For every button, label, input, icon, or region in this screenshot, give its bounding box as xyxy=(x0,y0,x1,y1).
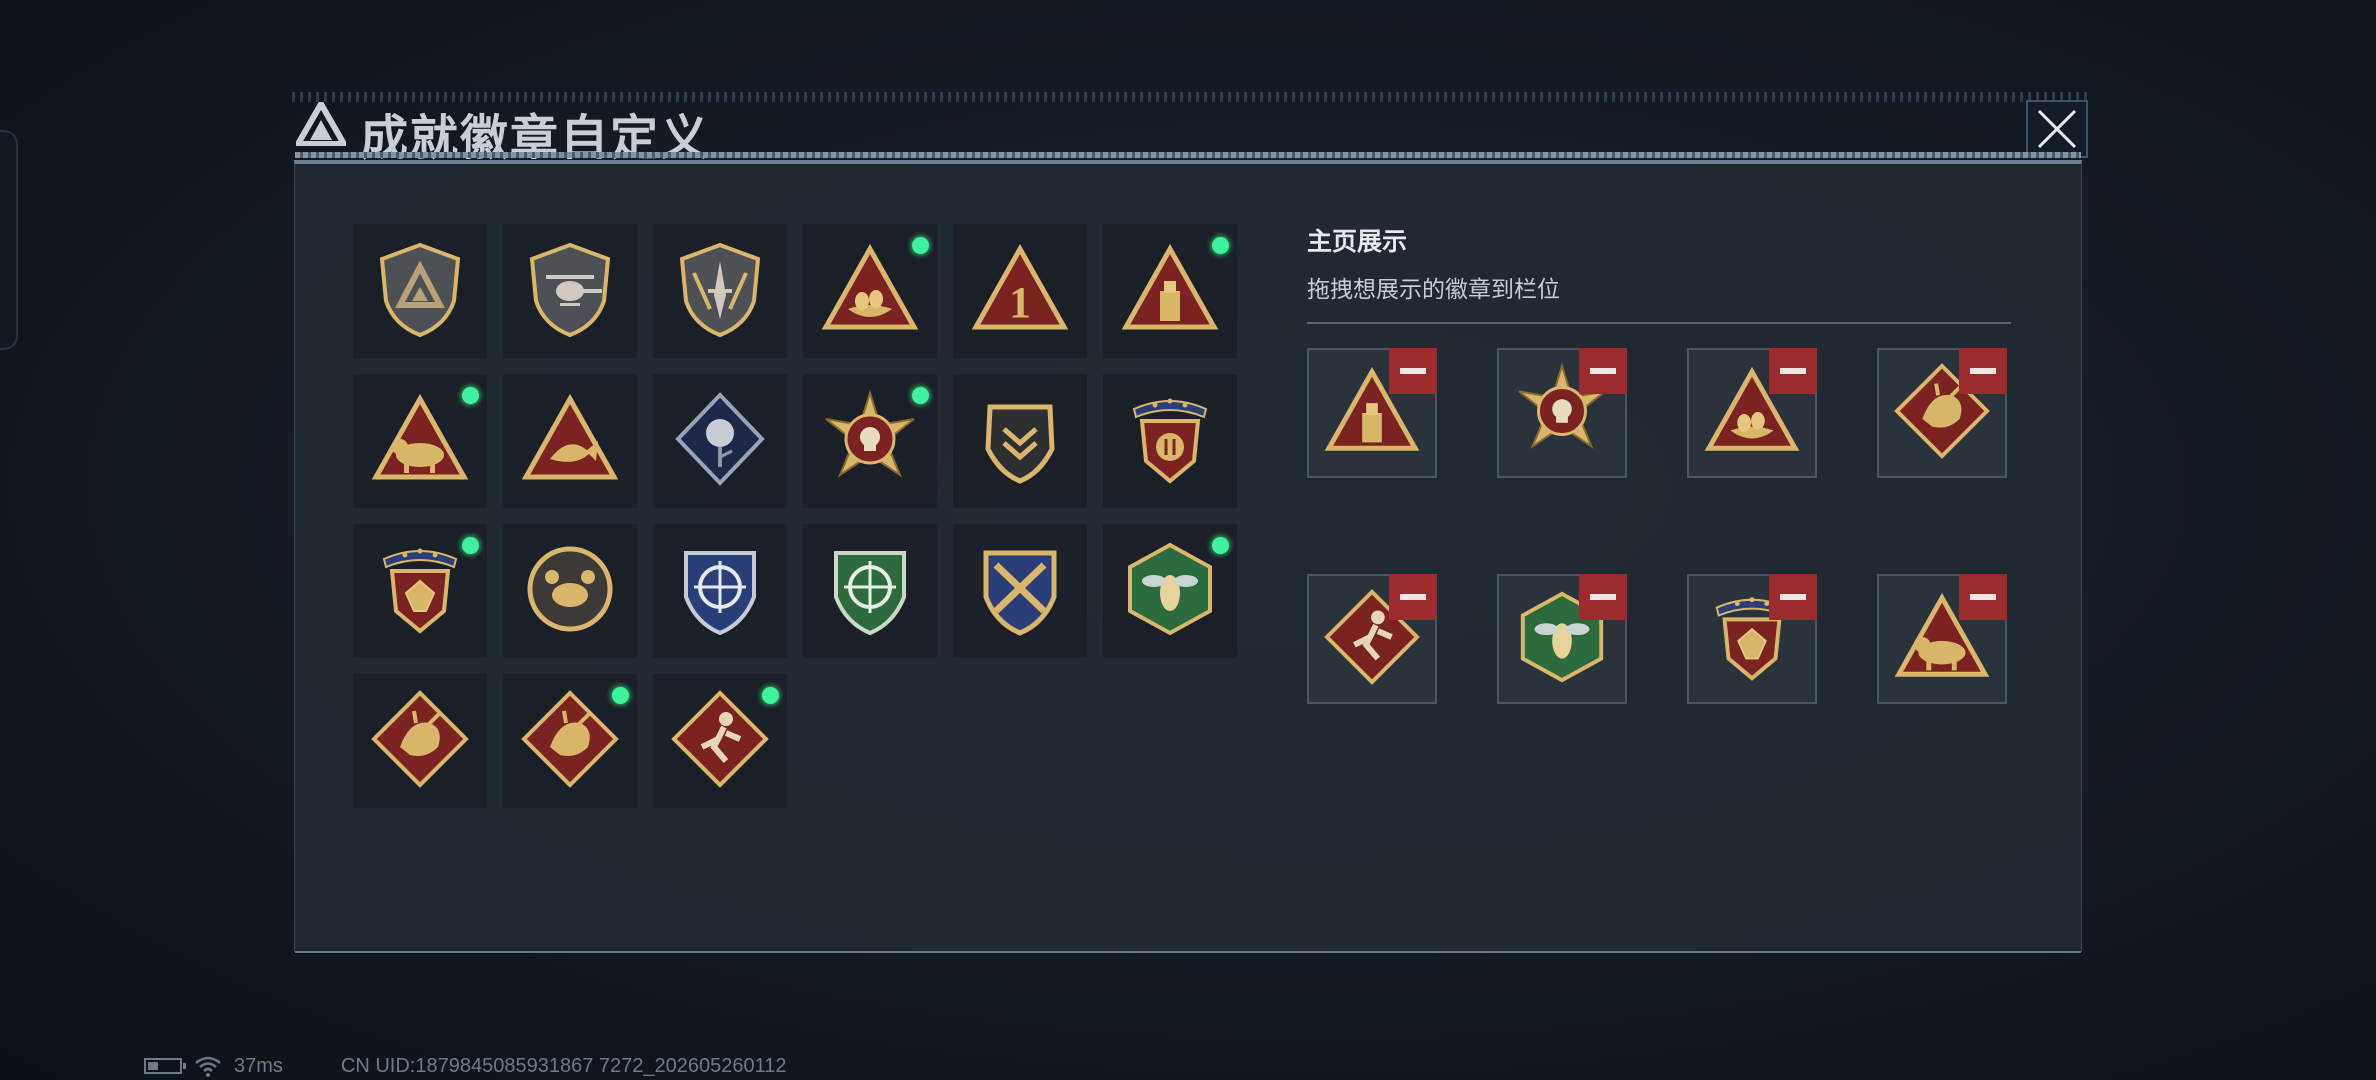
rose-diamond-badge-icon xyxy=(670,389,770,494)
badge-dialog-panel: 1 主页展示 拖拽想展示的徽章到栏位 xyxy=(294,152,2082,953)
status-bar: 37ms CN UID:1879845085931867 7272_202605… xyxy=(144,1054,786,1078)
badge-cell[interactable]: 1 xyxy=(953,224,1087,358)
minus-icon xyxy=(1400,594,1426,600)
minus-icon xyxy=(1590,368,1616,374)
green-dot-icon xyxy=(1207,532,1233,558)
badge-cell[interactable] xyxy=(503,674,637,808)
remove-badge-button[interactable] xyxy=(1579,348,1627,394)
minus-icon xyxy=(1400,368,1426,374)
green-dot-icon xyxy=(907,232,933,258)
remove-badge-button[interactable] xyxy=(1769,574,1817,620)
dagger-shield-badge-icon xyxy=(670,239,770,344)
remove-badge-button[interactable] xyxy=(1389,574,1437,620)
badge-cell[interactable] xyxy=(803,374,937,508)
side-drawer-handle[interactable] xyxy=(0,130,18,350)
badge-cell[interactable] xyxy=(653,224,787,358)
skull-compass-badge-icon xyxy=(820,389,920,494)
remove-badge-button[interactable] xyxy=(1769,348,1817,394)
badge-cell[interactable] xyxy=(803,224,937,358)
svg-text:1: 1 xyxy=(1009,278,1031,327)
panel-bottom-border xyxy=(295,951,2081,953)
close-x-icon xyxy=(2037,109,2077,149)
dialog-header: 成就徽章自定义 xyxy=(292,92,2088,165)
badge-cell[interactable] xyxy=(353,674,487,808)
wifi-icon xyxy=(195,1056,221,1077)
gem-ribbon-crest-badge-icon xyxy=(370,539,470,644)
green-dot-icon xyxy=(907,382,933,408)
minus-icon xyxy=(1780,594,1806,600)
badge-cell[interactable] xyxy=(503,224,637,358)
badge-cell[interactable] xyxy=(953,374,1087,508)
helicopter-shield-badge-icon xyxy=(520,239,620,344)
crab-round-badge-icon xyxy=(520,539,620,644)
showcase-slot[interactable] xyxy=(1687,574,1817,704)
close-button[interactable] xyxy=(2026,100,2088,158)
panel-top-border xyxy=(295,152,2081,158)
remove-badge-button[interactable] xyxy=(1579,574,1627,620)
wasp-hexagon-badge-icon xyxy=(1120,539,1220,644)
crossed-weapons-badge-icon xyxy=(970,539,1070,644)
badge-cell[interactable] xyxy=(803,524,937,658)
egg-nest-triangle-badge-icon xyxy=(820,239,920,344)
remove-badge-button[interactable] xyxy=(1959,574,2007,620)
badge-cell[interactable] xyxy=(503,524,637,658)
green-dot-icon xyxy=(607,682,633,708)
showcase-slot[interactable] xyxy=(1877,348,2007,478)
chevron-shield-badge-icon xyxy=(970,389,1070,494)
green-dot-icon xyxy=(457,382,483,408)
minus-icon xyxy=(1780,368,1806,374)
number-one-triangle-badge-icon: 1 xyxy=(970,239,1070,344)
badge-cell[interactable] xyxy=(353,374,487,508)
homepage-showcase: 主页展示 拖拽想展示的徽章到栏位 xyxy=(1307,222,2011,704)
delta-triangle-logo-icon xyxy=(296,102,346,146)
uid-text: CN UID:1879845085931867 7272_20260526011… xyxy=(340,1054,787,1077)
minus-icon xyxy=(1970,594,1996,600)
showcase-slot[interactable] xyxy=(1307,574,1437,704)
badge-cell[interactable] xyxy=(353,524,487,658)
green-dot-icon xyxy=(757,682,783,708)
blue-crosshair-badge-icon xyxy=(670,539,770,644)
green-crosshair-badge-icon xyxy=(820,539,920,644)
ping-text: 37ms xyxy=(234,1054,283,1077)
badge-cell[interactable] xyxy=(503,374,637,508)
badge-cell[interactable] xyxy=(653,674,787,808)
showcase-hint: 拖拽想展示的徽章到栏位 xyxy=(1307,276,1560,302)
green-dot-icon xyxy=(1207,232,1233,258)
showcase-slot-grid xyxy=(1307,348,2007,704)
showcase-slot[interactable] xyxy=(1497,574,1627,704)
badge-cell[interactable] xyxy=(353,224,487,358)
badge-cell[interactable] xyxy=(1103,224,1237,358)
badge-cell[interactable] xyxy=(653,524,787,658)
badge-cell[interactable] xyxy=(953,524,1087,658)
blue-ribbon-crest-badge-icon xyxy=(1120,389,1220,494)
dragon-diamond-badge-2-icon xyxy=(520,689,620,794)
showcase-title: 主页展示 xyxy=(1307,228,1408,256)
minus-icon xyxy=(1590,594,1616,600)
remove-badge-button[interactable] xyxy=(1389,348,1437,394)
green-dot-icon xyxy=(457,532,483,558)
divider xyxy=(1307,322,2011,324)
showcase-slot[interactable] xyxy=(1307,348,1437,478)
delta-shield-badge-icon xyxy=(370,239,470,344)
showcase-slot[interactable] xyxy=(1687,348,1817,478)
runner-diamond-badge-icon xyxy=(670,689,770,794)
battery-icon xyxy=(144,1058,186,1074)
fish-triangle-badge-icon xyxy=(520,389,620,494)
badge-cell[interactable] xyxy=(653,374,787,508)
dragon-diamond-badge-icon xyxy=(370,689,470,794)
hippo-triangle-badge-icon xyxy=(370,389,470,494)
remove-badge-button[interactable] xyxy=(1959,348,2007,394)
badge-collection-grid: 1 xyxy=(353,224,1237,808)
usb-drive-triangle-badge-icon xyxy=(1120,239,1220,344)
badge-cell[interactable] xyxy=(1103,524,1237,658)
minus-icon xyxy=(1970,368,1996,374)
badge-cell[interactable] xyxy=(1103,374,1237,508)
showcase-slot[interactable] xyxy=(1877,574,2007,704)
showcase-slot[interactable] xyxy=(1497,348,1627,478)
